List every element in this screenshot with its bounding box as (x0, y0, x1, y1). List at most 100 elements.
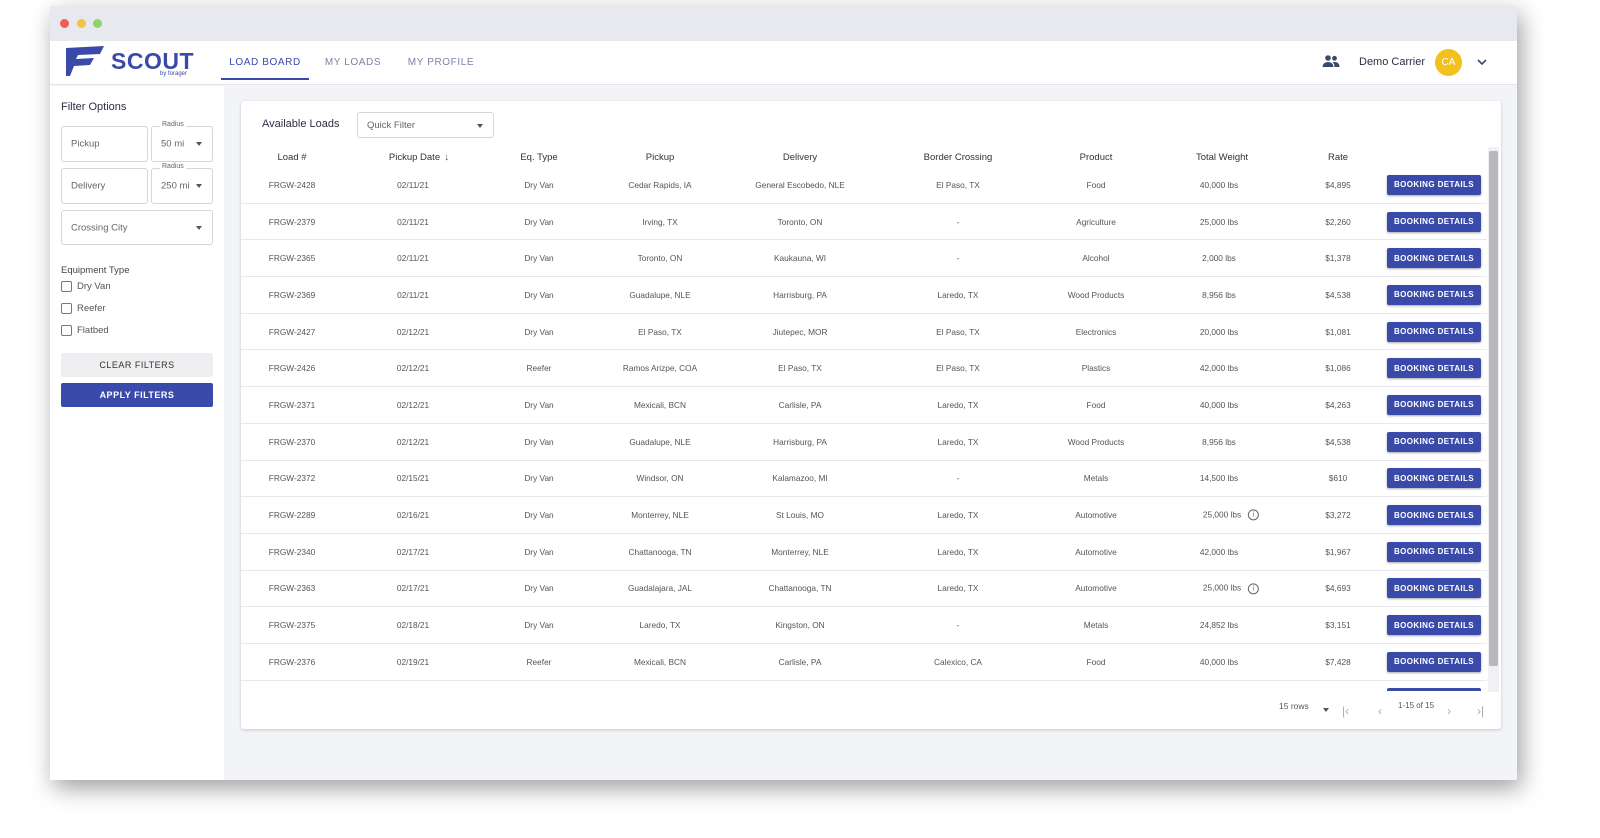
cell-delivery-text: Jiutepec, MOR (772, 326, 828, 337)
cell-delivery: Jiutepec, MOR (773, 327, 828, 337)
equipment-option-reefer[interactable]: Reefer (61, 303, 106, 317)
cell-pickup-date-text: 02/12/21 (396, 436, 430, 447)
cell-pickup-text: Guadalupe, NLE (629, 436, 691, 447)
cell-load-text: FRGW-2369 (268, 289, 316, 300)
checkbox[interactable] (61, 281, 72, 292)
delivery-input[interactable]: Delivery (61, 168, 148, 204)
booking-details-button[interactable]: BOOKING DETAILS (1387, 284, 1481, 305)
column-header-eq-type[interactable]: Eq. Type (520, 152, 557, 163)
minimize-window-button[interactable] (77, 19, 86, 28)
tab-my-loads[interactable]: MY LOADS (318, 41, 388, 85)
cell-load: FRGW-2340 (269, 547, 315, 557)
apply-filters-button[interactable]: APPLY FILTERS (61, 383, 213, 407)
cell-total-weight-text: 42,000 lbs (1199, 363, 1239, 374)
rows-per-page-select[interactable]: 15 rows (1279, 701, 1309, 711)
cell-delivery: Monterrey, NLE (771, 547, 828, 557)
booking-details-button[interactable]: BOOKING DETAILS (1387, 248, 1481, 269)
booking-details-button[interactable]: BOOKING DETAILS (1387, 468, 1481, 489)
tab-my-profile[interactable]: MY PROFILE (406, 41, 476, 85)
pickup-radius-select[interactable]: Radius 50 mi (151, 121, 213, 162)
table-row: FRGW-2365 02/11/21 Dry Van Toronto, ON Kauka… (241, 240, 1487, 278)
equipment-option-dry-van[interactable]: Dry Van (61, 281, 111, 295)
cell-pickup-text: Ramos Arizpe, COA (622, 363, 698, 374)
cell-total-weight: 40,000 lbs (1200, 657, 1238, 667)
column-header-pickup[interactable]: Pickup (646, 152, 675, 163)
crossing-city-select[interactable]: Crossing City (61, 210, 213, 245)
cell-pickup-text: Guadalupe, NLE (629, 289, 691, 300)
cell-pickup-date: 02/18/21 (397, 620, 429, 630)
cell-delivery: Toronto, ON (778, 217, 823, 227)
info-icon[interactable]: i (1248, 509, 1260, 521)
previous-page-icon[interactable]: ‹ (1378, 704, 1382, 718)
close-window-button[interactable] (60, 19, 69, 28)
cell-border-crossing: El Paso, TX (936, 180, 980, 190)
cell-product: Food (1087, 657, 1106, 667)
cell-pickup-date: 02/12/21 (397, 327, 429, 337)
column-header-border-crossing[interactable]: Border Crossing (924, 152, 993, 163)
booking-details-button[interactable]: BOOKING DETAILS (1387, 174, 1481, 195)
cell-product-text: Wood Products (1067, 289, 1125, 300)
cell-pickup-date-text: 02/19/21 (396, 656, 430, 667)
scout-logo[interactable]: SCOUT by forager (64, 45, 200, 81)
cell-rate-text: $7,428 (1325, 656, 1351, 667)
cell-border-crossing-text: Laredo, TX (937, 546, 979, 557)
cell-rate: $1,086 (1325, 363, 1350, 373)
booking-details-button[interactable]: BOOKING DETAILS (1387, 541, 1481, 562)
booking-details-button[interactable]: BOOKING DETAILS (1387, 358, 1481, 379)
last-page-icon[interactable]: ›| (1477, 704, 1484, 718)
column-header-delivery[interactable]: Delivery (783, 152, 817, 163)
booking-details-button[interactable]: BOOKING DETAILS (1387, 651, 1481, 672)
table-row: FRGW-2369 02/11/21 Dry Van Guadalupe, NLE Ha… (241, 277, 1487, 314)
cell-load-text: FRGW-2363 (268, 583, 316, 594)
booking-details-button[interactable]: BOOKING DETAILS (1387, 615, 1481, 636)
cell-delivery-text: Chattanooga, TN (768, 583, 832, 594)
cell-delivery-text: Monterrey, NLE (771, 546, 829, 557)
clear-filters-button[interactable]: CLEAR FILTERS (61, 353, 213, 377)
checkbox[interactable] (61, 303, 72, 314)
checkbox[interactable] (61, 325, 72, 336)
next-page-icon[interactable]: › (1447, 704, 1451, 718)
cell-pickup-text: Toronto, ON (637, 253, 683, 264)
pickup-radius-label: Radius (160, 121, 186, 128)
cell-product: Plastics (1082, 363, 1111, 373)
people-icon[interactable] (1322, 54, 1340, 68)
chevron-down-icon[interactable] (1476, 56, 1488, 68)
avatar[interactable]: CA (1435, 49, 1462, 76)
column-header-total-weight[interactable]: Total Weight (1196, 152, 1248, 163)
info-icon[interactable]: i (1248, 583, 1260, 595)
booking-details-button[interactable]: BOOKING DETAILS (1387, 505, 1481, 526)
cell-eq-type-text: Dry Van (524, 179, 554, 190)
column-header-rate[interactable]: Rate (1328, 152, 1348, 163)
booking-details-button[interactable]: BOOKING DETAILS (1387, 431, 1481, 452)
equipment-option-flatbed[interactable]: Flatbed (61, 325, 109, 339)
booking-details-button[interactable]: BOOKING DETAILS (1387, 394, 1481, 415)
first-page-icon[interactable]: |‹ (1342, 704, 1349, 718)
table-scrollbar-thumb[interactable] (1489, 151, 1498, 666)
cell-product-text: Metals (1083, 473, 1109, 484)
cell-product-text: Agriculture (1076, 216, 1116, 227)
cell-border-crossing: - (957, 217, 960, 227)
column-header-pickup-date[interactable]: Pickup Date ↓ (389, 152, 449, 163)
cell-load-text: FRGW-2379 (268, 216, 316, 227)
cell-eq-type: Dry Van (524, 510, 553, 520)
cell-eq-type-text: Dry Van (524, 510, 554, 521)
cell-load-text: FRGW-2372 (268, 473, 316, 484)
booking-details-button[interactable]: BOOKING DETAILS (1387, 578, 1481, 599)
column-header-product[interactable]: Product (1080, 152, 1113, 163)
cell-total-weight: 25,000 lbs (1200, 217, 1238, 227)
booking-details-button[interactable]: BOOKING DETAILS (1387, 211, 1481, 232)
cell-delivery-text: St Louis, MO (776, 510, 824, 521)
pickup-input[interactable]: Pickup (61, 126, 148, 162)
tab-load-board[interactable]: LOAD BOARD (221, 41, 309, 85)
cell-total-weight: 8,956 lbs (1202, 290, 1236, 300)
delivery-radius-select[interactable]: Radius 250 mi (151, 163, 213, 204)
column-header-load[interactable]: Load # (277, 152, 306, 163)
cell-border-crossing: Laredo, TX (938, 510, 979, 520)
booking-details-button[interactable]: BOOKING DETAILS (1387, 321, 1481, 342)
cell-eq-type-text: Dry Van (524, 289, 554, 300)
cell-product: Automotive (1075, 583, 1117, 593)
maximize-window-button[interactable] (93, 19, 102, 28)
cell-rate: $4,538 (1325, 437, 1350, 447)
quick-filter-select[interactable]: Quick Filter (357, 112, 494, 138)
cell-delivery-text: Harrisburg, PA (773, 436, 827, 447)
